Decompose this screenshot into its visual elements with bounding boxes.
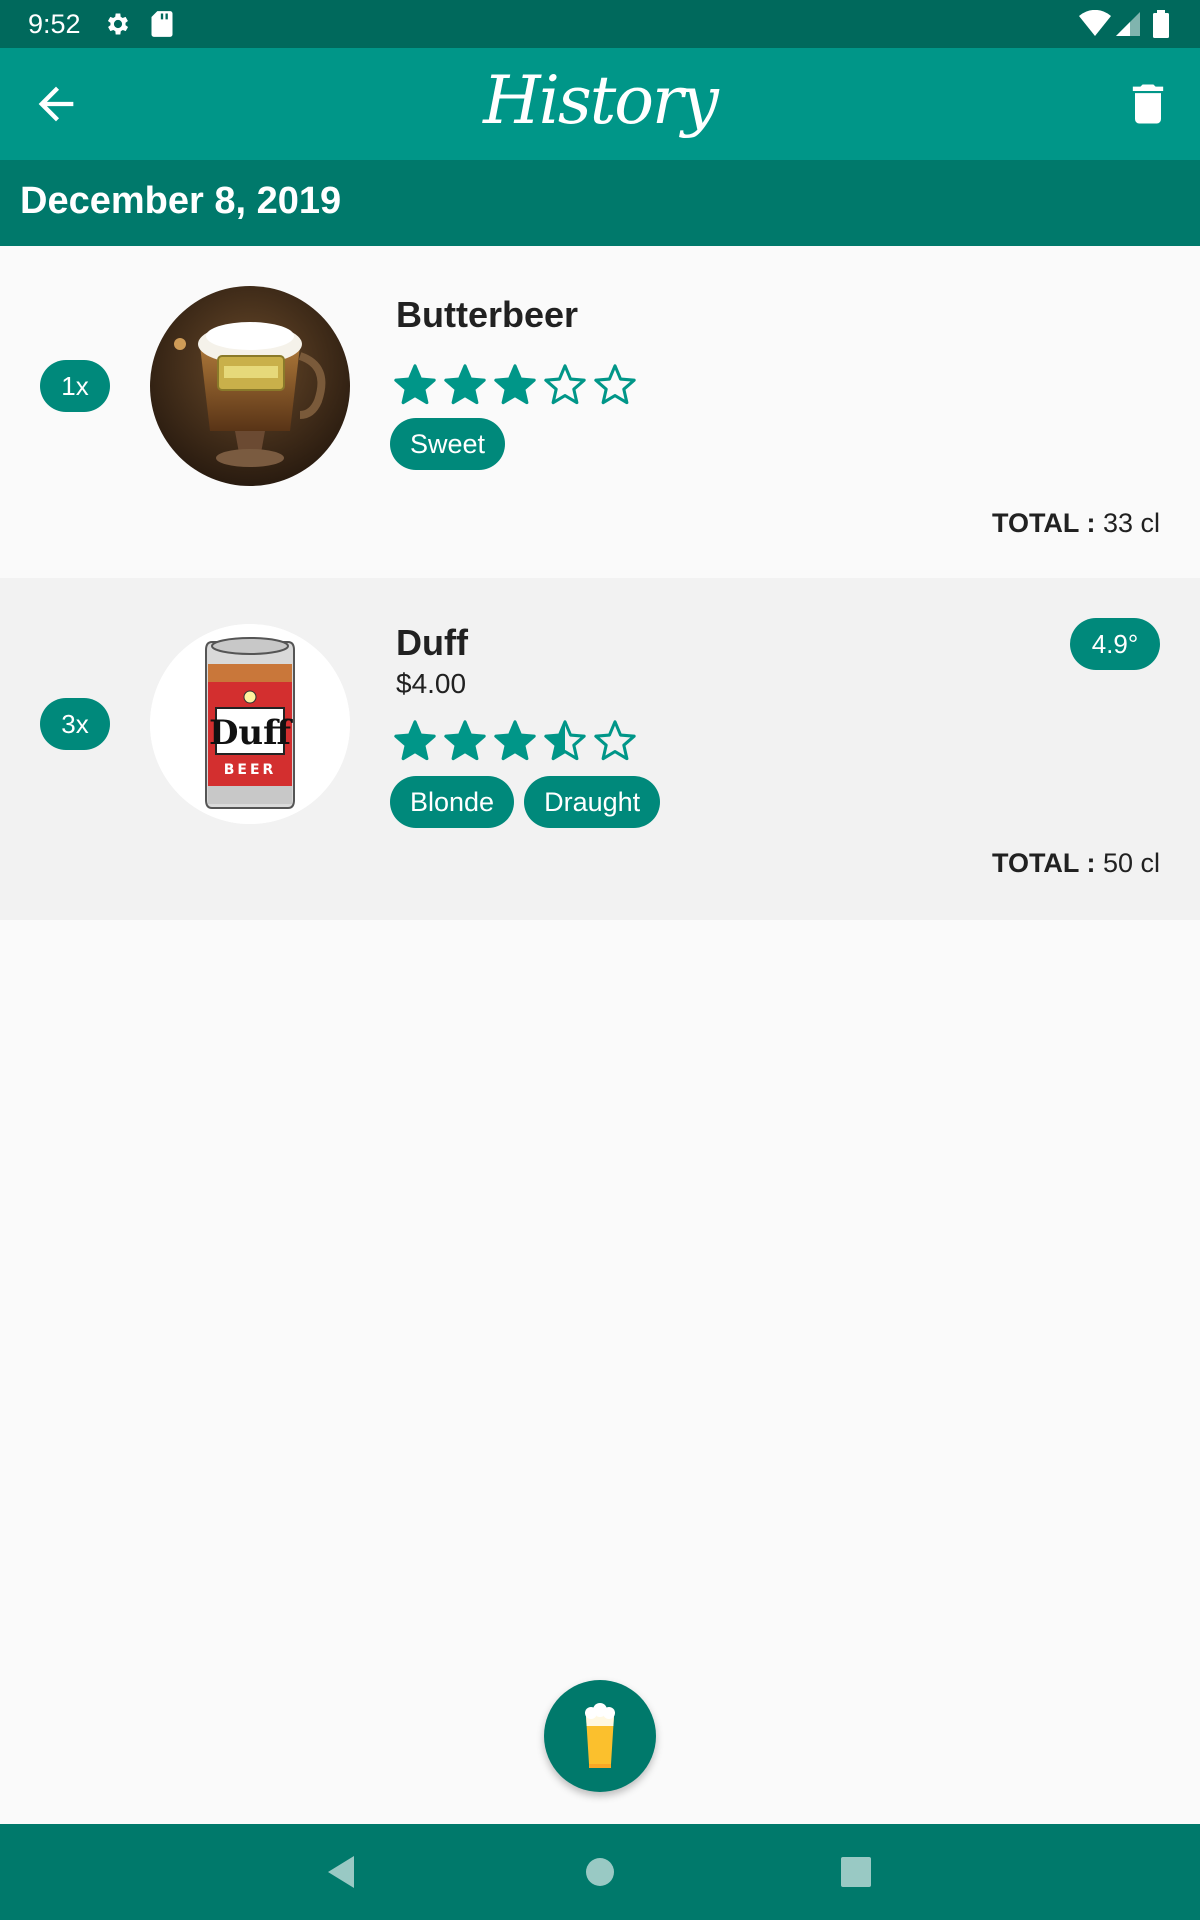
tag-sweet: Sweet — [390, 418, 506, 470]
star-rating — [392, 718, 638, 764]
sd-card-icon — [151, 11, 173, 37]
history-entry-duff[interactable]: 3x Duff BEER Duff $4.00 4.9° Blonde Draug… — [0, 578, 1200, 920]
date-label: December 8, 2019 — [20, 180, 342, 222]
battery-icon — [1153, 10, 1169, 38]
svg-text:Duff: Duff — [209, 713, 293, 753]
gear-icon — [107, 13, 129, 35]
tag-blonde: Blonde — [390, 776, 515, 828]
beer-name: Butterbeer — [396, 294, 579, 335]
status-bar: 9:52 — [0, 0, 1200, 48]
trash-icon[interactable] — [1122, 78, 1174, 130]
signal-icon — [1116, 12, 1140, 36]
home-circle-icon[interactable] — [576, 1848, 624, 1896]
total-volume: TOTAL : 50 cl — [992, 848, 1160, 879]
total-value: 50 cl — [1102, 848, 1160, 878]
total-label: TOTAL : — [991, 508, 1096, 538]
star-empty-icon — [594, 720, 636, 761]
date-section-header: December 8, 2019 — [0, 160, 1200, 246]
star-rating — [392, 362, 638, 408]
beer-price: $4.00 — [396, 668, 467, 699]
beer-image-duff: Duff BEER — [150, 624, 350, 824]
abv-badge: 4.9° — [1070, 618, 1160, 670]
star-half-icon — [544, 720, 586, 761]
system-nav-bar — [0, 1824, 1200, 1920]
add-beer-fab[interactable] — [544, 1680, 656, 1792]
total-label: TOTAL : — [991, 848, 1096, 878]
star-filled-icon — [494, 720, 536, 761]
star-empty-icon — [594, 364, 636, 405]
total-value: 33 cl — [1102, 508, 1160, 538]
tag-draught: Draught — [524, 776, 661, 828]
star-filled-icon — [394, 720, 436, 761]
total-volume: TOTAL : 33 cl — [992, 508, 1160, 539]
star-filled-icon — [444, 364, 486, 405]
recents-square-icon[interactable] — [832, 1848, 880, 1896]
history-entry-butterbeer[interactable]: 1x Butterbeer Sweet TOTAL: 33 cl — [0, 246, 1200, 578]
star-filled-icon — [394, 364, 436, 405]
wifi-icon — [1079, 10, 1111, 36]
status-time: 9:52 — [28, 9, 81, 39]
star-filled-icon — [494, 364, 536, 405]
back-triangle-icon[interactable] — [318, 1848, 366, 1896]
app-toolbar: History — [0, 48, 1200, 160]
quantity-badge: 3x — [40, 698, 110, 750]
tag-list: Sweet — [390, 418, 506, 470]
beer-name: Duff — [396, 622, 468, 663]
beer-glass-icon — [585, 1703, 615, 1768]
star-empty-icon — [544, 364, 586, 405]
beer-image-butterbeer — [150, 286, 350, 486]
page-title: History — [483, 62, 719, 139]
quantity-badge: 1x — [40, 360, 110, 412]
tag-list: Blonde Draught — [390, 776, 661, 828]
star-filled-icon — [444, 720, 486, 761]
svg-text:BEER: BEER — [224, 762, 277, 778]
